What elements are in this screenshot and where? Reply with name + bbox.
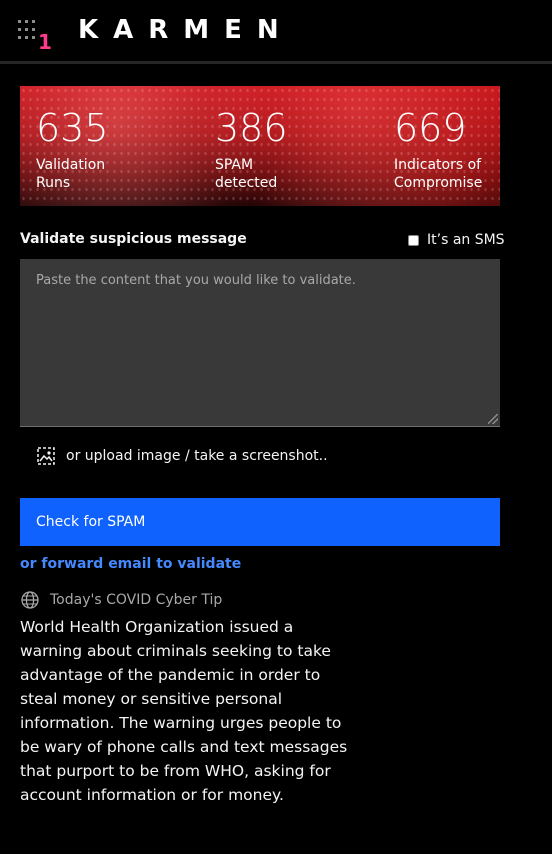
- stats-banner: 635 Validation Runs 386 SPAM detected 66…: [20, 86, 500, 206]
- brand-logo[interactable]: KARMEN: [78, 14, 294, 46]
- sms-toggle[interactable]: It’s an SMS: [408, 232, 505, 248]
- stat-label: Indicators of Compromise: [394, 157, 483, 191]
- sms-checkbox[interactable]: [408, 234, 419, 246]
- stat-value: 386: [215, 106, 288, 150]
- forward-email-link[interactable]: or forward email to validate: [20, 556, 241, 572]
- notification-badge: 1: [38, 30, 52, 54]
- upload-label: or upload image / take a screenshot..: [66, 448, 328, 464]
- textarea-placeholder: Paste the content that you would like to…: [36, 273, 356, 288]
- message-textarea[interactable]: Paste the content that you would like to…: [20, 259, 500, 427]
- app-header: 1 KARMEN: [0, 0, 552, 64]
- check-spam-button[interactable]: Check for SPAM: [20, 498, 500, 546]
- stat-indicators: 669 Indicators of Compromise: [394, 106, 494, 192]
- stat-label: Validation Runs: [36, 157, 106, 191]
- stat-spam-detected: 386 SPAM detected: [215, 106, 315, 192]
- stat-label: SPAM detected: [215, 157, 278, 191]
- tip-body: World Health Organization issued a warni…: [20, 618, 348, 804]
- app-grid-icon[interactable]: [18, 20, 38, 40]
- message-label: Validate suspicious message: [20, 231, 247, 247]
- resize-handle-icon[interactable]: [488, 414, 498, 424]
- image-upload-icon: [37, 447, 55, 465]
- sms-checkbox-label: It’s an SMS: [427, 232, 505, 248]
- upload-image-button[interactable]: or upload image / take a screenshot..: [36, 446, 328, 466]
- stat-value: 669: [394, 106, 467, 150]
- stat-value: 635: [36, 106, 109, 150]
- globe-icon: [21, 591, 39, 609]
- tip-title: Today's COVID Cyber Tip: [50, 592, 223, 608]
- tip-header: Today's COVID Cyber Tip: [20, 590, 222, 610]
- stat-validation-runs: 635 Validation Runs: [36, 106, 136, 192]
